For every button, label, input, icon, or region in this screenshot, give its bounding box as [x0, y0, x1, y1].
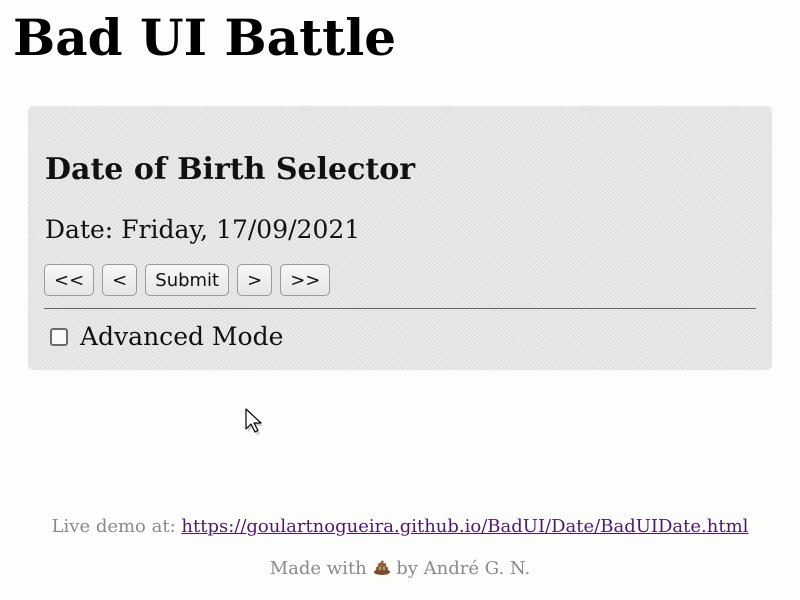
made-with-line: Made with by André G. N.: [0, 558, 800, 579]
live-demo-link[interactable]: https://goulartnogueira.github.io/BadUI/…: [181, 516, 748, 537]
date-display: Date: Friday, 17/09/2021: [45, 215, 360, 244]
advanced-mode-label[interactable]: Advanced Mode: [80, 322, 283, 351]
prev-year-button[interactable]: <<: [44, 264, 95, 296]
mouse-cursor-icon: [245, 408, 263, 435]
poop-emoji-icon: [373, 560, 390, 575]
date-value: Friday, 17/09/2021: [121, 215, 361, 244]
date-nav-controls: << < Submit > >>: [44, 264, 331, 296]
live-demo-label: Live demo at:: [51, 516, 176, 537]
date-label: Date:: [45, 215, 114, 244]
advanced-mode-option[interactable]: Advanced Mode: [50, 322, 283, 351]
prev-day-button[interactable]: <: [102, 264, 138, 296]
made-with-prefix: Made with: [269, 558, 367, 579]
made-with-suffix: by André G. N.: [396, 558, 531, 579]
page-title: Bad UI Battle: [13, 8, 397, 67]
live-demo-line: Live demo at: https://goulartnogueira.gi…: [0, 516, 800, 537]
divider: [44, 308, 756, 309]
advanced-mode-checkbox[interactable]: [50, 327, 68, 346]
submit-button[interactable]: Submit: [145, 264, 230, 296]
date-selector-panel: Date of Birth Selector Date: Friday, 17/…: [28, 106, 772, 370]
panel-title: Date of Birth Selector: [45, 152, 416, 187]
next-day-button[interactable]: >: [237, 264, 273, 296]
next-year-button[interactable]: >>: [280, 264, 331, 296]
